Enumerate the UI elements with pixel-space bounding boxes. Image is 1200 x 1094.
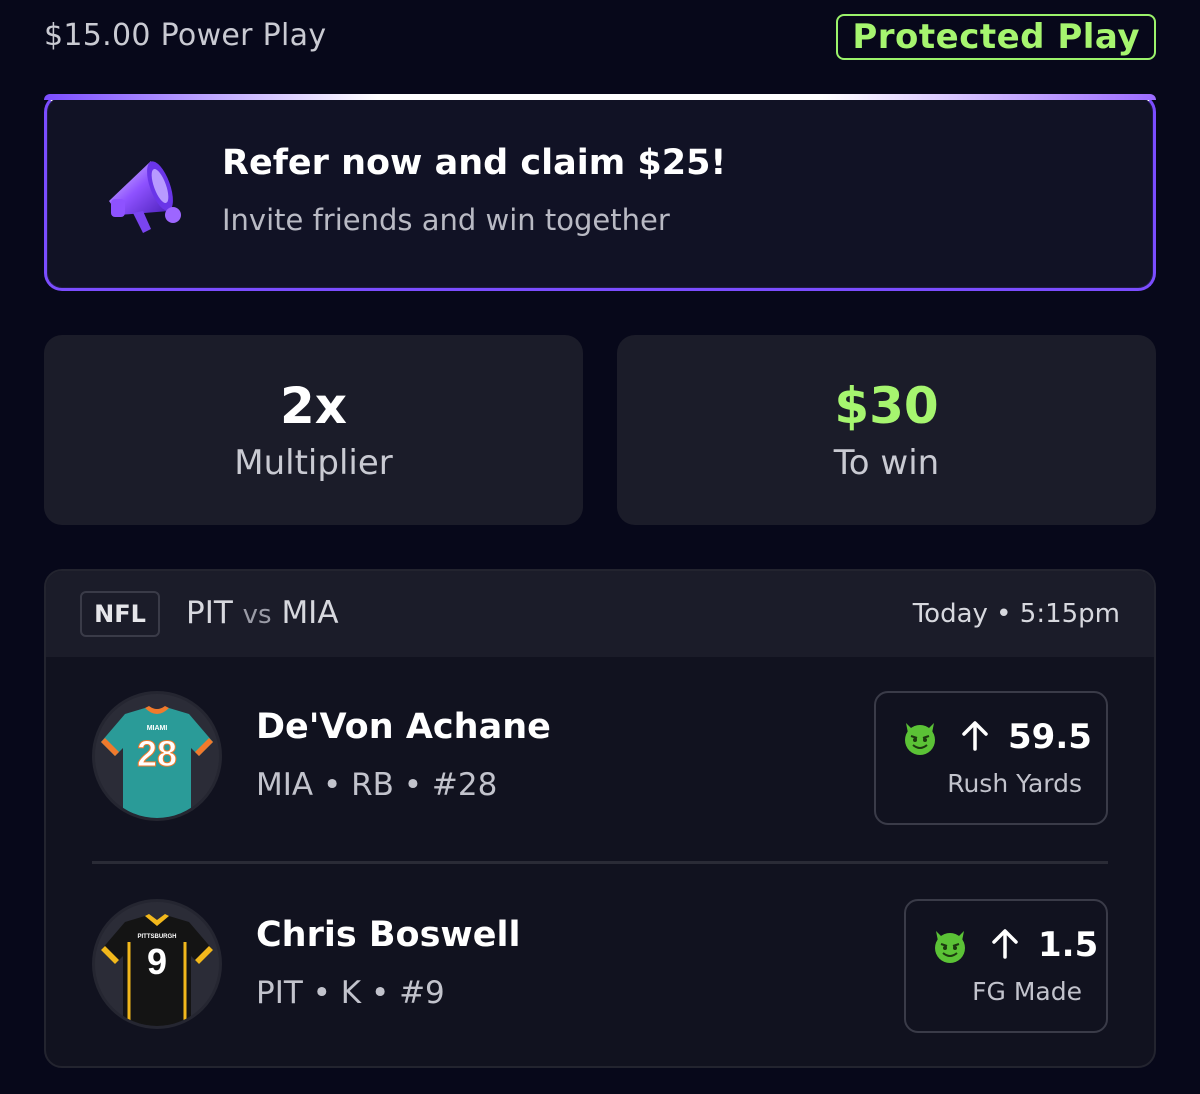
multiplier-card: 2x Multiplier: [44, 335, 583, 525]
megaphone-icon: [109, 161, 181, 233]
matchup: PIT vs MIA: [186, 595, 339, 631]
player-avatar: MIAMI 28: [92, 691, 222, 821]
devil-emoji-icon: [905, 723, 935, 755]
to-win-value: $30: [834, 377, 939, 435]
to-win-card: $30 To win: [617, 335, 1156, 525]
row-divider: [92, 861, 1108, 864]
player-meta: MIA • RB • #28: [256, 767, 498, 803]
jersey-number: 28: [137, 733, 177, 774]
play-title: $15.00 Power Play: [44, 18, 327, 53]
pick-stat-label: FG Made: [972, 977, 1082, 1006]
jersey-icon: MIAMI 28: [95, 694, 219, 818]
league-badge: NFL: [80, 591, 160, 637]
player-name: Chris Boswell: [256, 915, 521, 955]
game-card: NFL PIT vs MIA Today • 5:15pm MIAMI 28 D…: [44, 569, 1156, 1068]
pick-row[interactable]: MIAMI 28 De'Von Achane MIA • RB • #28 59…: [46, 681, 1154, 841]
jersey-number: 9: [147, 941, 167, 982]
jersey-team-text: PITTSBURGH: [138, 934, 177, 940]
player-avatar: PITTSBURGH 9: [92, 899, 222, 1029]
arrow-up-icon: [962, 721, 988, 751]
multiplier-label: Multiplier: [234, 443, 393, 483]
player-meta: PIT • K • #9: [256, 975, 445, 1011]
pick-line-box[interactable]: 1.5 FG Made: [904, 899, 1108, 1033]
pick-row[interactable]: PITTSBURGH 9 Chris Boswell PIT • K • #9 …: [46, 889, 1154, 1049]
to-win-label: To win: [833, 443, 940, 483]
pick-line-value: 1.5: [1038, 925, 1099, 965]
jersey-icon: PITTSBURGH 9: [95, 902, 219, 1026]
multiplier-value: 2x: [279, 377, 348, 435]
devil-emoji-icon: [935, 931, 965, 963]
game-time: Today • 5:15pm: [912, 599, 1120, 629]
pick-line-box[interactable]: 59.5 Rush Yards: [874, 691, 1108, 825]
pick-stat-label: Rush Yards: [947, 769, 1082, 798]
team-a: PIT: [186, 595, 233, 631]
pick-line-value: 59.5: [1008, 717, 1092, 757]
vs-label: vs: [242, 600, 272, 630]
game-header: NFL PIT vs MIA Today • 5:15pm: [46, 571, 1154, 657]
team-b: MIA: [281, 595, 339, 631]
jersey-team-text: MIAMI: [147, 725, 168, 732]
player-name: De'Von Achane: [256, 707, 551, 747]
referral-title: Refer now and claim $25!: [222, 143, 727, 183]
referral-subtitle: Invite friends and win together: [222, 203, 670, 237]
protected-play-badge[interactable]: Protected Play: [836, 14, 1156, 60]
referral-banner[interactable]: Refer now and claim $25! Invite friends …: [44, 94, 1156, 291]
arrow-up-icon: [992, 929, 1018, 959]
